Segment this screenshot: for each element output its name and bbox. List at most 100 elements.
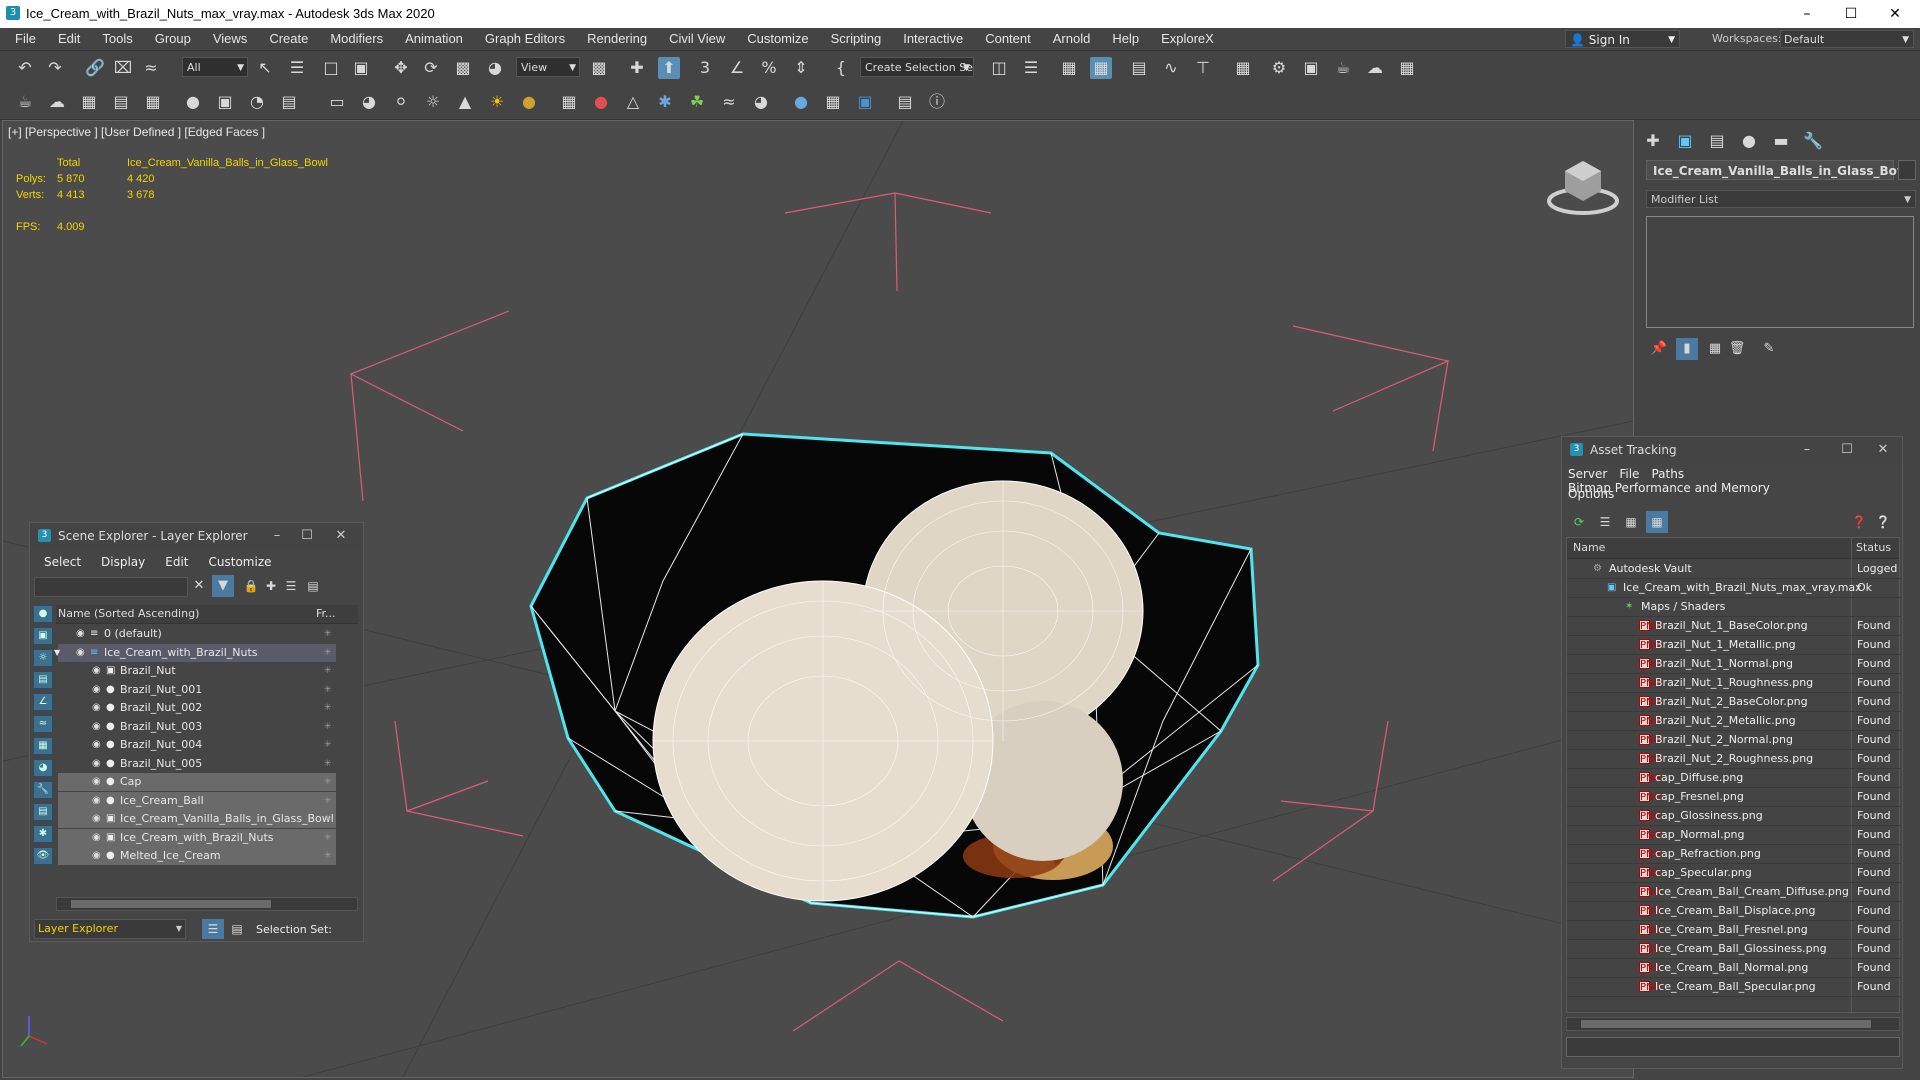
help-context-icon[interactable]: ❔ (1872, 511, 1894, 533)
redo-icon[interactable]: ↷ (44, 57, 66, 79)
scale-icon[interactable]: ▩ (452, 57, 474, 79)
minimize-button[interactable]: – (262, 523, 292, 549)
sign-in-dropdown[interactable]: 👤 Sign In ▼ (1565, 30, 1680, 48)
visibility-eye-icon[interactable]: ◉ (92, 847, 101, 865)
freeze-icon[interactable]: ✳ (324, 847, 332, 865)
refresh-icon[interactable]: ⟳ (1568, 511, 1590, 533)
configure-modifier-sets-icon[interactable]: ✎ (1758, 338, 1780, 360)
select-manipulate-icon[interactable]: ✚ (626, 57, 648, 79)
maximize-button[interactable]: ☐ (1828, 0, 1874, 28)
freeze-icon[interactable]: ✳ (324, 625, 332, 643)
visibility-eye-icon[interactable]: ◉ (92, 810, 101, 828)
vray-scene-converter-icon[interactable]: ▤ (894, 91, 916, 113)
scrollbar-thumb[interactable] (71, 900, 271, 908)
fur-icon[interactable]: ● (590, 91, 612, 113)
layer-row[interactable]: ◉ ● Brazil_Nut_003 ✳ (58, 718, 336, 736)
se-menu-select[interactable]: Select (34, 551, 91, 573)
menu-scripting[interactable]: Scripting (820, 28, 893, 50)
menu-customize[interactable]: Customize (736, 28, 819, 50)
lock-icon[interactable]: 🔒 (240, 575, 262, 597)
bind-spacewarp-icon[interactable]: ≈ (140, 57, 162, 79)
menu-modifiers[interactable]: Modifiers (319, 28, 394, 50)
visibility-eye-icon[interactable]: ◉ (92, 662, 101, 680)
pin-stack-icon[interactable]: 📌 (1648, 338, 1670, 360)
status-column-header[interactable]: Status (1856, 541, 1891, 554)
material-editor-icon[interactable]: ▦ (1232, 57, 1254, 79)
asset-row[interactable]: PNG cap_Normal.png Found (1567, 825, 1901, 845)
freeze-icon[interactable]: ✳ (324, 755, 332, 773)
layer-row[interactable]: ▼ ◉ ≡ Ice_Cream_with_Brazil_Nuts ✳ (54, 643, 336, 662)
toggle-scene-explorer-icon[interactable]: ▦ (1058, 57, 1080, 79)
freeze-icon[interactable]: ✳ (324, 792, 332, 810)
name-column-header[interactable]: Name (Sorted Ascending) (58, 607, 199, 620)
frozen-column-header[interactable]: Fr... (316, 607, 336, 620)
at-menu-paths[interactable]: Paths (1651, 467, 1684, 481)
make-unique-icon[interactable]: ▦ (1704, 338, 1726, 360)
workspace-dropdown[interactable]: Default ▼ (1780, 30, 1914, 48)
menu-group[interactable]: Group (144, 28, 202, 50)
hair-icon[interactable]: ≈ (718, 91, 740, 113)
layer-row[interactable]: ◉ ● Melted_Ice_Cream ✳ (58, 847, 336, 865)
asset-row[interactable]: PNG Ice_Cream_Ball_Glossiness.png Found (1567, 939, 1901, 959)
menu-interactive[interactable]: Interactive (892, 28, 974, 50)
scene-explorer-titlebar[interactable]: 3 Scene Explorer - Layer Explorer – ☐ ✕ (30, 523, 363, 549)
select-object-icon[interactable]: ↖ (254, 57, 276, 79)
spinner-snap-icon[interactable]: ⇕ (790, 57, 812, 79)
asset-row[interactable]: PNG Brazil_Nut_1_BaseColor.png Found (1567, 616, 1901, 636)
visibility-eye-icon[interactable]: ◉ (76, 644, 85, 662)
display-tab-icon[interactable]: ▬ (1770, 130, 1792, 152)
visibility-eye-icon[interactable]: ◉ (92, 829, 101, 847)
freeze-icon[interactable]: ✳ (324, 773, 332, 791)
plane-light-icon[interactable]: ▭ (326, 91, 348, 113)
freeze-icon[interactable]: ✳ (324, 699, 332, 717)
filter-icon[interactable]: ▼ (212, 575, 234, 597)
hierarchy-tab-icon[interactable]: ▤ (1706, 130, 1728, 152)
display-hidden-icon[interactable]: 👁 (33, 847, 53, 865)
select-by-name-icon[interactable]: ☰ (286, 57, 308, 79)
curve-editor-icon[interactable]: ∿ (1160, 57, 1182, 79)
asset-row[interactable]: PNG Brazil_Nut_2_Metallic.png Found (1567, 711, 1901, 731)
freeze-icon[interactable]: ✳ (324, 810, 332, 828)
schematic-view-icon[interactable]: ⊤ (1192, 57, 1214, 79)
create-selection-set-dropdown[interactable]: Create Selection Se ▼ (860, 57, 974, 77)
visibility-eye-icon[interactable]: ◉ (92, 792, 101, 810)
link-icon[interactable]: 🔗 (84, 57, 106, 79)
freeze-icon[interactable]: ✳ (324, 718, 332, 736)
clear-search-icon[interactable]: ✕ (188, 575, 210, 597)
teapot-icon[interactable]: ☕ (14, 91, 36, 113)
visibility-eye-icon[interactable]: ◉ (92, 773, 101, 791)
visibility-eye-icon[interactable]: ◉ (76, 625, 85, 643)
move-icon[interactable]: ✥ (390, 57, 412, 79)
table-view-icon[interactable]: ▦ (1646, 511, 1668, 533)
se-menu-edit[interactable]: Edit (155, 551, 198, 573)
asset-row[interactable]: PNG cap_Specular.png Found (1567, 863, 1901, 883)
layer-row[interactable]: ◉ ● Brazil_Nut_004 ✳ (58, 736, 336, 754)
explorer-type-dropdown[interactable]: Layer Explorer ▼ (34, 919, 186, 939)
layer-row[interactable]: ◉ ● Ice_Cream_Ball ✳ (58, 791, 336, 810)
selection-filter-dropdown[interactable]: All ▼ (182, 57, 248, 77)
layers-icon[interactable]: ☰ (280, 575, 302, 597)
display-spacewarps-icon[interactable]: ≈ (33, 715, 53, 733)
menu-file[interactable]: File (4, 28, 47, 50)
menu-views[interactable]: Views (202, 28, 258, 50)
show-end-result-icon[interactable]: ▮ (1676, 338, 1698, 360)
help-icon[interactable]: ⓘ (926, 91, 948, 113)
layer-row[interactable]: ◉ ● Brazil_Nut_001 ✳ (58, 681, 336, 699)
asset-row[interactable]: PNG cap_Fresnel.png Found (1567, 787, 1901, 807)
asset-row[interactable]: ▣ Ice_Cream_with_Brazil_Nuts_max_vray.max… (1567, 578, 1901, 598)
align-icon[interactable]: ☰ (1020, 57, 1042, 79)
asset-row[interactable]: ✶ Maps / Shaders (1567, 597, 1901, 617)
menu-create[interactable]: Create (258, 28, 319, 50)
object-color-swatch[interactable] (1898, 160, 1916, 180)
render-activeshade-icon[interactable]: ▦ (1396, 57, 1418, 79)
menu-help[interactable]: Help (1101, 28, 1150, 50)
layer-row[interactable]: ◉ ▣ Ice_Cream_Vanilla_Balls_in_Glass_Bowl ✳ (58, 810, 336, 828)
percent-snap-icon[interactable]: % (758, 57, 780, 79)
rectangular-selection-icon[interactable]: □ (320, 57, 342, 79)
object-name-field[interactable]: Ice_Cream_Vanilla_Balls_in_Glass_Bowl (1646, 160, 1912, 180)
vray-options-icon[interactable]: ▤ (278, 91, 300, 113)
close-button[interactable]: ✕ (1868, 437, 1898, 463)
horizontal-scrollbar[interactable] (56, 897, 358, 911)
display-frozen-icon[interactable]: ✱ (33, 825, 53, 843)
menu-content[interactable]: Content (974, 28, 1042, 50)
